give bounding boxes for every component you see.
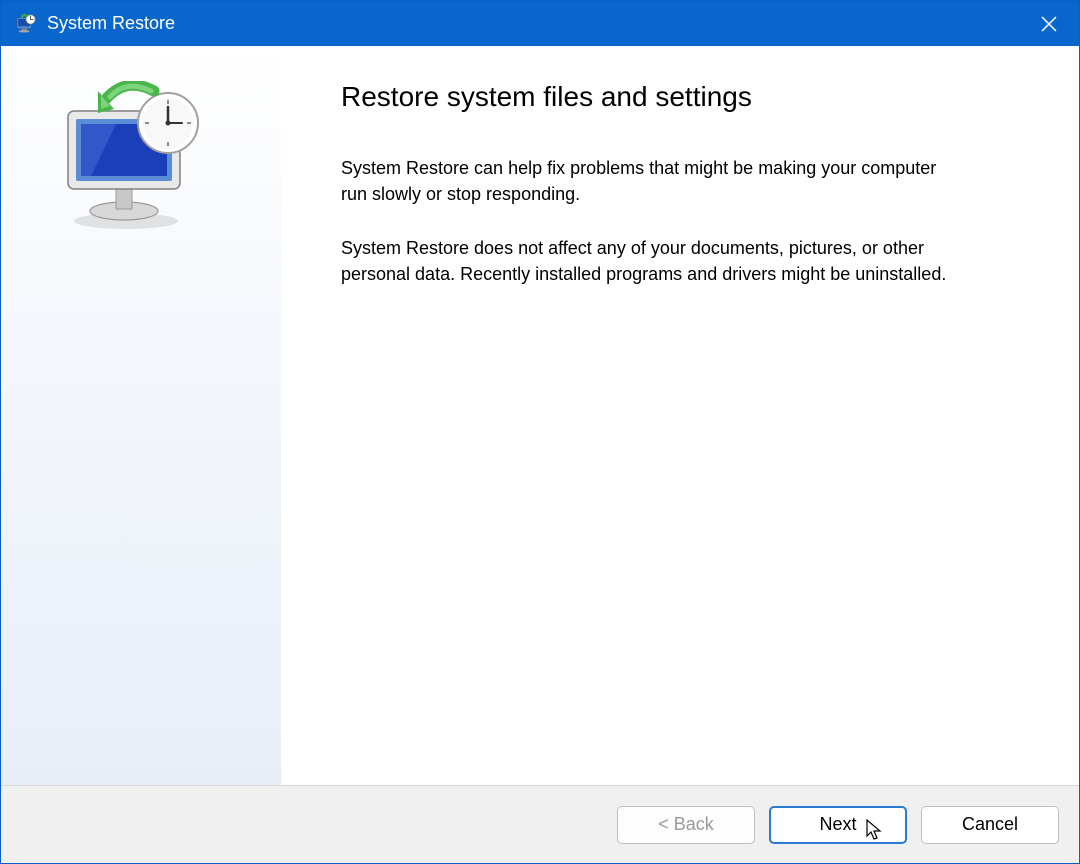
description-paragraph-1: System Restore can help fix problems tha… <box>341 155 961 207</box>
cursor-icon <box>865 818 885 842</box>
next-button-label: Next <box>819 814 856 835</box>
back-button: < Back <box>617 806 755 844</box>
system-restore-window: System Restore <box>0 0 1080 864</box>
page-heading: Restore system files and settings <box>341 81 1019 113</box>
content-area: Restore system files and settings System… <box>1 46 1079 785</box>
cancel-button[interactable]: Cancel <box>921 806 1059 844</box>
titlebar: System Restore <box>1 1 1079 46</box>
close-icon <box>1041 16 1057 32</box>
window-title: System Restore <box>47 13 175 34</box>
system-restore-wizard-icon <box>56 81 206 231</box>
wizard-sidebar <box>1 46 281 785</box>
next-button[interactable]: Next <box>769 806 907 844</box>
close-button[interactable] <box>1019 1 1079 46</box>
system-restore-icon <box>15 13 37 35</box>
main-content: Restore system files and settings System… <box>281 46 1079 785</box>
description-paragraph-2: System Restore does not affect any of yo… <box>341 235 961 287</box>
button-bar: < Back Next Cancel <box>1 785 1079 863</box>
